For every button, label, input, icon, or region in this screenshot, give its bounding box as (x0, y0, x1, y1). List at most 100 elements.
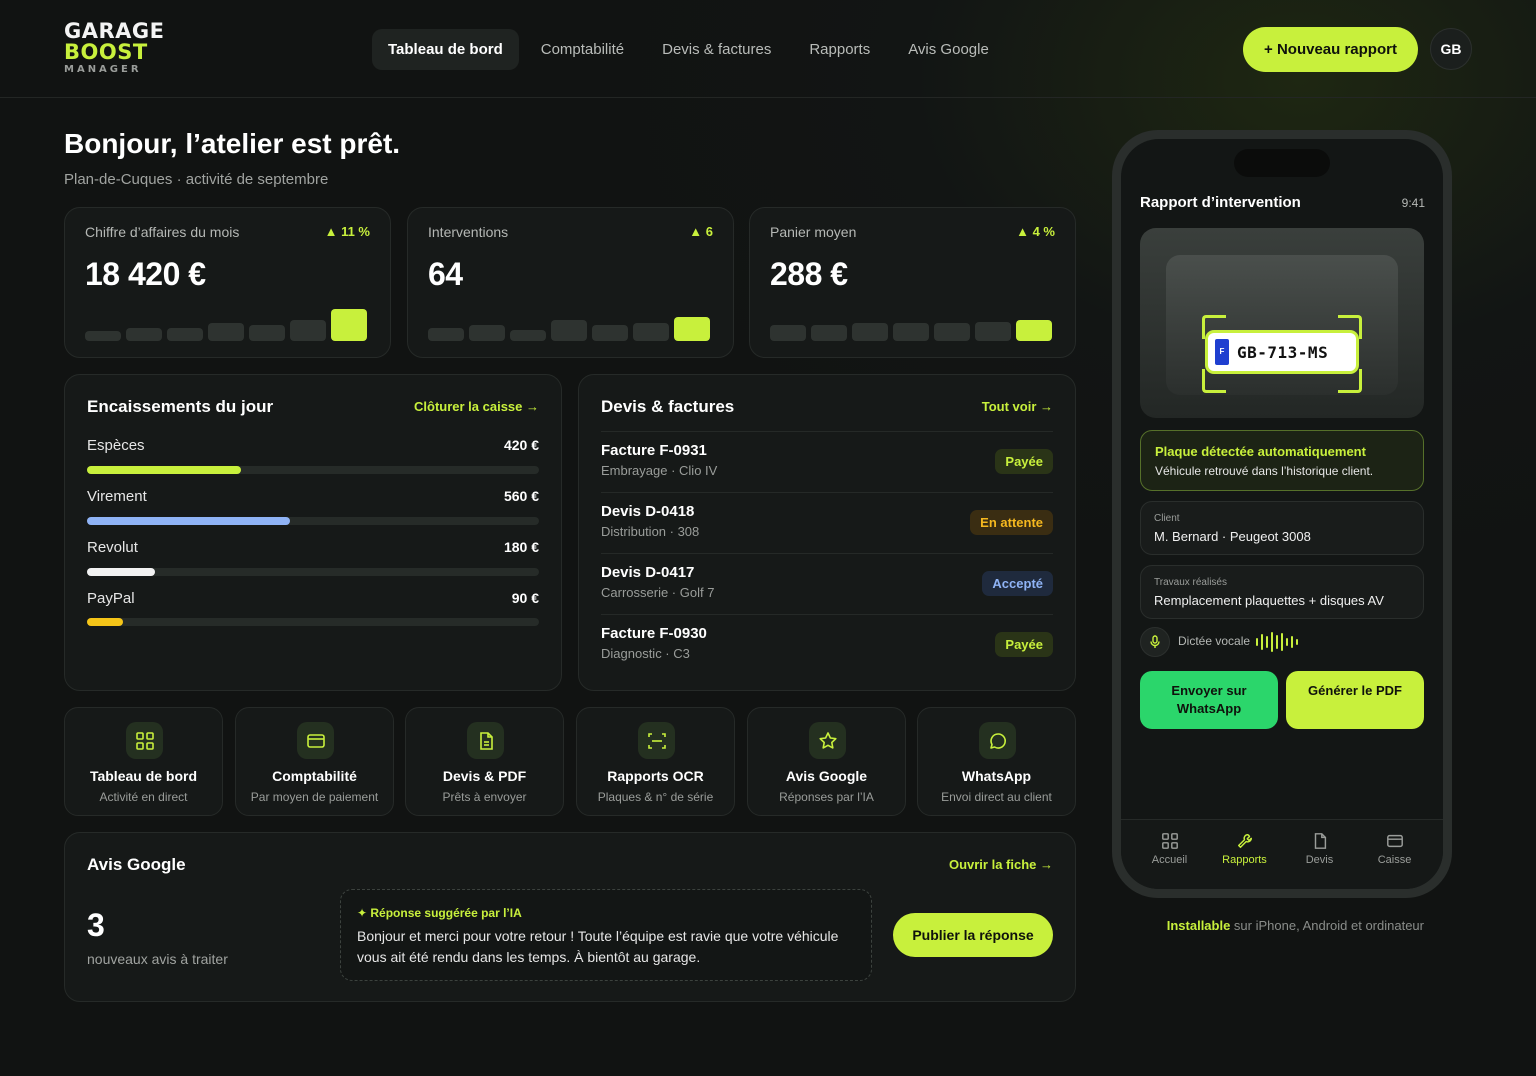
payments-title: Encaissements du jour (87, 397, 274, 416)
document-row[interactable]: Facture F-0931 Embrayage · Clio IV Payée (601, 431, 1053, 492)
phone-screen: Rapport d’intervention 9:41 F GB-713-MS … (1121, 139, 1443, 889)
tile-title: Tableau de bord (89, 768, 198, 784)
kpi-spark-bar (1016, 320, 1052, 341)
kpi-spark-bar (975, 322, 1011, 341)
tile-avis-google[interactable]: Avis Google Réponses par l’IA (747, 707, 906, 816)
payments-card: Encaissements du jour Clôturer la caisse… (64, 374, 562, 691)
kpi-card-average-basket: Panier moyen ▲ 4 % 288 € (749, 207, 1076, 358)
tile-rapports-ocr[interactable]: Rapports OCR Plaques & n° de série (576, 707, 735, 816)
brand-logo[interactable]: GARAGE BOOST MANAGER (64, 21, 165, 77)
status-badge: Payée (995, 632, 1053, 657)
kpi-sparkline (770, 301, 1052, 341)
kpi-spark-bar (331, 309, 367, 341)
tab-devis[interactable]: Devis (1282, 832, 1357, 866)
card-icon (297, 722, 334, 759)
main-nav: Tableau de bord Comptabilité Devis & fac… (372, 29, 1011, 70)
payment-bar-fill (87, 568, 155, 576)
new-report-button[interactable]: + Nouveau rapport (1243, 27, 1418, 72)
tile-comptabilite[interactable]: Comptabilité Par moyen de paiement (235, 707, 394, 816)
payment-label: PayPal (87, 590, 135, 607)
send-whatsapp-button[interactable]: Envoyer sur WhatsApp (1140, 671, 1278, 729)
license-plate: F GB-713-MS (1208, 333, 1356, 371)
document-subtitle: Carrosserie · Golf 7 (601, 585, 715, 600)
plate-number: GB-713-MS (1237, 342, 1329, 362)
tile-subtitle: Envoi direct au client (941, 790, 1052, 804)
kpi-spark-bar (852, 323, 888, 341)
grid-icon (126, 722, 163, 759)
kpi-label: Panier moyen (770, 224, 857, 240)
page-subtitle: Plan-de-Cuques · activité de septembre (64, 171, 329, 188)
tile-tableau-de-bord[interactable]: Tableau de bord Activité en direct (64, 707, 223, 816)
payment-amount: 90 € (511, 590, 539, 606)
document-row[interactable]: Devis D-0417 Carrosserie · Golf 7 Accept… (601, 553, 1053, 614)
kpi-spark-bar (249, 325, 285, 341)
kpi-spark-bar (469, 325, 505, 341)
payment-bar-track (87, 517, 539, 525)
tab-label: Caisse (1377, 854, 1412, 866)
status-badge: Payée (995, 449, 1053, 474)
wrench-icon (1207, 832, 1282, 852)
tile-subtitle: Réponses par l’IA (779, 790, 874, 804)
nav-comptabilite[interactable]: Comptabilité (525, 29, 640, 70)
kpi-sparkline (428, 301, 710, 341)
document-row[interactable]: Facture F-0930 Diagnostic · C3 Payée (601, 614, 1053, 675)
close-register-link[interactable]: Clôturer la caisse → (414, 399, 539, 414)
page-title: Bonjour, l’atelier est prêt. (64, 128, 401, 159)
detected-title: Plaque détectée automatiquement (1155, 444, 1366, 459)
nav-rapports[interactable]: Rapports (793, 29, 886, 70)
scan-icon (638, 722, 675, 759)
document-title: Devis D-0417 (601, 564, 695, 581)
client-field[interactable]: Client M. Bernard · Peugeot 3008 (1140, 501, 1424, 555)
payment-label: Virement (87, 488, 147, 505)
chat-icon (979, 722, 1016, 759)
kpi-spark-bar (126, 328, 162, 341)
tab-accueil[interactable]: Accueil (1132, 832, 1207, 866)
avatar[interactable]: GB (1430, 28, 1472, 70)
status-badge: Accepté (982, 571, 1053, 596)
new-reviews-label: nouveaux avis à traiter (87, 951, 228, 967)
document-row[interactable]: Devis D-0418 Distribution · 308 En atten… (601, 492, 1053, 553)
tab-rapports[interactable]: Rapports (1207, 832, 1282, 866)
payment-amount: 420 € (503, 437, 539, 453)
document-icon (1282, 832, 1357, 852)
vehicle-photo: F GB-713-MS (1140, 228, 1424, 418)
tab-label: Rapports (1222, 854, 1267, 866)
kpi-label: Chiffre d’affaires du mois (85, 224, 240, 240)
client-label: Client (1154, 513, 1180, 524)
kpi-spark-bar (167, 328, 203, 341)
tile-subtitle: Plaques & n° de série (597, 790, 714, 804)
top-bar: GARAGE BOOST MANAGER Tableau de bord Com… (0, 0, 1536, 98)
nav-avis-google[interactable]: Avis Google (892, 29, 1005, 70)
client-value: M. Bernard · Peugeot 3008 (1154, 529, 1311, 544)
see-all-link[interactable]: Tout voir → (982, 399, 1053, 414)
tab-caisse[interactable]: Caisse (1357, 832, 1432, 866)
microphone-icon[interactable] (1140, 627, 1170, 657)
tile-whatsapp[interactable]: WhatsApp Envoi direct au client (917, 707, 1076, 816)
audio-waveform-icon (1256, 631, 1298, 653)
nav-devis-factures[interactable]: Devis & factures (646, 29, 787, 70)
install-note: Installable sur iPhone, Android et ordin… (1112, 918, 1424, 933)
brand-line-1: GARAGE (64, 19, 165, 43)
documents-card: Devis & factures Tout voir → Facture F-0… (578, 374, 1076, 691)
tab-label: Accueil (1151, 854, 1188, 866)
kpi-spark-bar (770, 325, 806, 341)
phone-tab-bar: Accueil Rapports Devis Caisse (1121, 819, 1443, 889)
kpi-spark-bar (208, 323, 244, 341)
tile-subtitle: Activité en direct (99, 790, 188, 804)
generate-pdf-button[interactable]: Générer le PDF (1286, 671, 1424, 729)
ai-suggested-reply: ✦ Réponse suggérée par l’IA Bonjour et m… (340, 889, 872, 981)
payment-amount: 560 € (503, 488, 539, 504)
tile-devis-pdf[interactable]: Devis & PDF Prêts à envoyer (405, 707, 564, 816)
payment-bar-fill (87, 618, 124, 626)
brand-line-2: BOOST (64, 40, 148, 64)
nav-tableau-de-bord[interactable]: Tableau de bord (372, 29, 519, 70)
payment-bar-fill (87, 466, 241, 474)
phone-title: Rapport d’intervention (1140, 194, 1301, 211)
ai-reply-heading: ✦ Réponse suggérée par l’IA (357, 906, 522, 920)
payment-bar-track (87, 568, 539, 576)
work-done-field[interactable]: Travaux réalisés Remplacement plaquettes… (1140, 565, 1424, 619)
tile-subtitle: Prêts à envoyer (442, 790, 527, 804)
publish-reply-button[interactable]: Publier la réponse (893, 913, 1053, 957)
open-listing-link[interactable]: Ouvrir la fiche → (949, 857, 1053, 872)
google-reviews-card: Avis Google Ouvrir la fiche → 3 nouveaux… (64, 832, 1076, 1002)
